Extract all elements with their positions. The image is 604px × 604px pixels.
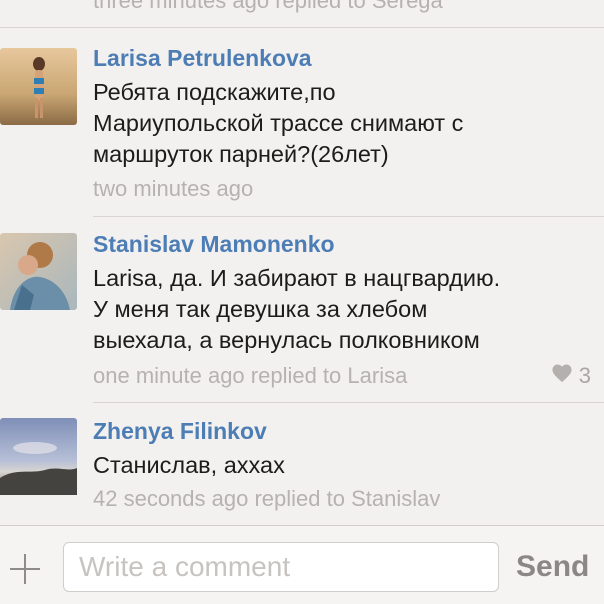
avatar[interactable] [0, 418, 77, 495]
avatar-image [0, 233, 77, 310]
like-count: 3 [578, 363, 591, 388]
divider [0, 27, 604, 28]
comment-text: Larisa, да. И забирают в нацгвардию. У м… [93, 265, 501, 353]
heart-icon [551, 363, 573, 389]
avatar-image [0, 48, 77, 125]
send-button[interactable]: Send [516, 550, 589, 584]
plus-icon[interactable] [10, 554, 40, 584]
divider [93, 216, 604, 217]
previous-comment-meta: three minutes ago replied to Serega [93, 0, 443, 13]
comment-input[interactable]: Write a comment [63, 542, 499, 592]
comment-composer: Write a comment Send [0, 525, 604, 604]
comment-author[interactable]: Zhenya Filinkov [93, 418, 267, 445]
comments-screen: three minutes ago replied to Serega Lari… [0, 0, 604, 604]
avatar-image [0, 418, 77, 495]
comment-author[interactable]: Larisa Petrulenkova [93, 45, 312, 72]
comment-text: Станислав, аххах [93, 452, 285, 478]
comment-text: Ребята подскажите,по Мариупольской трасс… [93, 79, 464, 167]
divider [93, 402, 604, 403]
avatar[interactable] [0, 48, 77, 125]
like-button[interactable]: 3 [551, 363, 591, 389]
avatar[interactable] [0, 233, 77, 310]
comment-meta: one minute ago replied to Larisa [93, 363, 408, 388]
comment-meta: two minutes ago [93, 176, 254, 201]
comment-meta: 42 seconds ago replied to Stanislav [93, 486, 441, 511]
comment-author[interactable]: Stanislav Mamonenko [93, 231, 335, 258]
